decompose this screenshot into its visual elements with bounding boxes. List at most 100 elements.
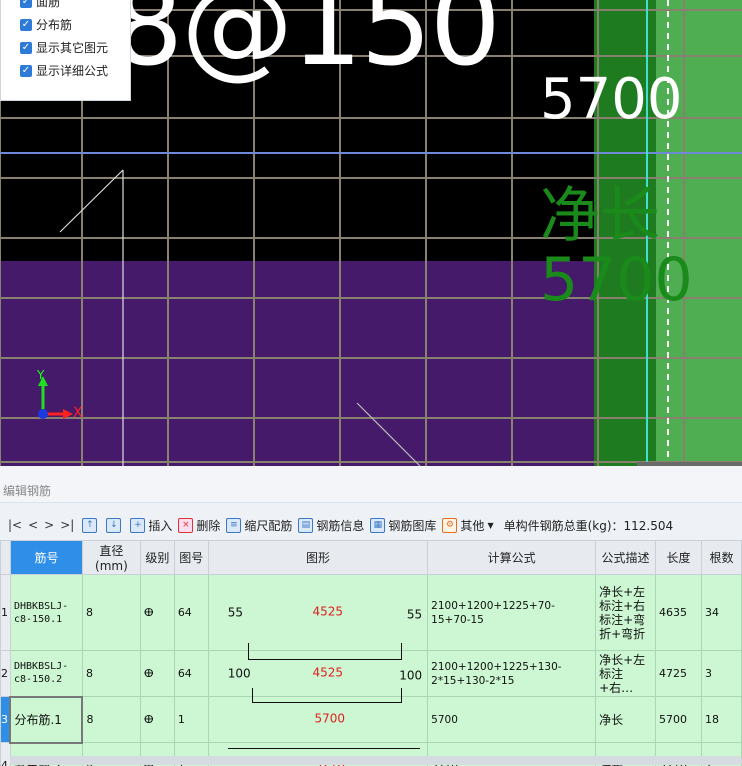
first-record-button[interactable]: |< (8, 518, 22, 532)
last-record-button[interactable]: >| (60, 518, 74, 532)
cell-bar-no[interactable]: DHBKBSLJ-c8-150.1 (9, 574, 83, 651)
total-weight-display: 单构件钢筋总重(kg)：112.504 (503, 518, 674, 533)
header-rownum[interactable] (0, 540, 11, 575)
shape-right-length: 100 (399, 667, 423, 682)
rebar-table: 筋号 直径(mm) 级别 图号 图形 计算公式 公式描述 长度 根数 1 DHB… (0, 540, 742, 766)
rebar-info-button[interactable]: ▤ 钢筋信息 (298, 517, 364, 534)
u-shape-figure (251, 687, 403, 703)
row-number[interactable]: 4 (0, 742, 11, 766)
spacing-annotation: 8@150 (112, 0, 501, 91)
horizontal-scrollbar[interactable] (10, 756, 742, 765)
cell-formula[interactable]: 2100+1200+1225+130-2*15+130-2*15 (427, 650, 597, 697)
shape-middle-length: 4525 (312, 604, 344, 619)
cell-description[interactable]: 净长+左标注+右… (595, 650, 657, 697)
gear-icon: ⚙ (442, 517, 458, 533)
cell-description[interactable]: 净长+左标注+右标注+弯折+弯折 (595, 574, 657, 651)
document-icon: ▤ (298, 517, 314, 533)
header-bar-no[interactable]: 筋号 (9, 540, 83, 575)
option-show-detailed-formula[interactable]: ✓ 显示详细公式 (1, 59, 130, 82)
checkbox-checked-icon[interactable]: ✓ (20, 18, 32, 31)
row-number[interactable]: 3 (0, 696, 11, 743)
cell-grade[interactable]: ⴲ (139, 574, 175, 651)
display-options-panel: ✓ 面筋 ✓ 分布筋 ✓ 显示其它图元 ✓ 显示详细公式 (0, 0, 131, 101)
move-up-button[interactable]: ↑ (82, 517, 100, 533)
other-dropdown[interactable]: ⚙ 其他 ▼ (442, 517, 494, 534)
next-record-button[interactable]: > (44, 518, 54, 532)
cell-diameter[interactable]: 8 (81, 574, 141, 651)
axis-x-label: X (73, 405, 83, 421)
cad-viewport[interactable]: 8@150 5700 净长 5700 X Y ✓ 面筋 ✓ 分布筋 ✓ 显示其它图元 … (0, 0, 742, 466)
cell-diameter[interactable]: 8 (81, 696, 141, 743)
table-row[interactable]: 1 DHBKBSLJ-c8-150.1 8 ⴲ 64 55 4525 55 21… (0, 574, 742, 660)
shape-middle-length: 4525 (312, 665, 344, 680)
cell-bar-no[interactable]: DHBKBSLJ-c8-150.2 (9, 650, 83, 697)
rebar-library-button[interactable]: ▦ 钢筋图库 (370, 517, 436, 534)
header-grade[interactable]: 级别 (139, 540, 175, 575)
cell-description[interactable]: 净长 (595, 696, 657, 743)
panel-title: 编辑钢筋 (0, 466, 742, 503)
header-figure-no[interactable]: 图号 (173, 540, 209, 575)
header-description[interactable]: 公式描述 (595, 540, 657, 575)
shape-left-length: 55 (227, 604, 244, 619)
axis-y-label: Y (37, 368, 45, 382)
cell-figure-no[interactable]: 1 (173, 696, 209, 743)
table-row[interactable]: 3 分布筋.1 8 ⴲ 1 5700 5700 净长 5700 18 (0, 695, 742, 749)
cell-diameter[interactable]: 8 (81, 650, 141, 697)
option-label: 显示详细公式 (36, 64, 109, 78)
library-icon: ▦ (370, 517, 386, 533)
row-number[interactable]: 2 (0, 650, 11, 697)
delete-button[interactable]: × 删除 (178, 517, 220, 534)
option-distribution-bars[interactable]: ✓ 分布筋 (1, 13, 130, 36)
option-show-other-elements[interactable]: ✓ 显示其它图元 (1, 36, 130, 59)
cell-shape[interactable]: 55 4525 55 (207, 574, 429, 660)
header-diameter[interactable]: 直径(mm) (81, 540, 141, 575)
option-top-bars[interactable]: ✓ 面筋 (1, 0, 130, 13)
cell-length[interactable]: 4635 (655, 574, 702, 651)
cell-shape[interactable]: 5700 (207, 696, 429, 749)
row-number[interactable]: 1 (0, 574, 11, 651)
shape-left-length: 100 (227, 665, 251, 680)
option-label: 面筋 (36, 0, 61, 9)
checkbox-checked-icon[interactable]: ✓ (20, 64, 32, 77)
arrow-up-icon: ↑ (82, 517, 98, 533)
length-annotation: 5700 (540, 67, 683, 132)
cell-count[interactable]: 34 (700, 574, 742, 651)
shape-right-length: 55 (406, 606, 423, 621)
checkbox-checked-icon[interactable]: ✓ (20, 0, 32, 8)
cell-figure-no[interactable]: 64 (173, 574, 209, 651)
cell-grade[interactable]: ⴲ (139, 696, 175, 743)
slab-region (0, 261, 600, 466)
insert-row-icon: + (130, 517, 146, 533)
chevron-down-icon: ▼ (487, 520, 494, 530)
cell-grade[interactable]: ⴲ (139, 650, 175, 697)
cell-length[interactable]: 5700 (655, 696, 702, 743)
cell-count[interactable]: 18 (700, 696, 742, 743)
net-length-label: 净长 (540, 181, 660, 251)
scale-bars-icon: ≡ (226, 517, 242, 533)
u-shape-figure (247, 642, 403, 660)
scale-bars-button[interactable]: ≡ 缩尺配筋 (226, 517, 292, 534)
header-formula[interactable]: 计算公式 (427, 540, 597, 575)
prev-record-button[interactable]: < (28, 518, 38, 532)
option-label: 显示其它图元 (36, 41, 109, 55)
header-shape[interactable]: 图形 (207, 540, 429, 575)
header-count[interactable]: 根数 (700, 540, 742, 575)
cell-figure-no[interactable]: 64 (173, 650, 209, 697)
checkbox-checked-icon[interactable]: ✓ (20, 41, 32, 54)
option-label: 分布筋 (36, 18, 73, 32)
header-length[interactable]: 长度 (655, 540, 702, 575)
straight-bar-figure (227, 747, 421, 749)
cell-formula[interactable]: 2100+1200+1225+70-15+70-15 (427, 574, 597, 651)
cell-length[interactable]: 4725 (655, 650, 702, 697)
move-down-button[interactable]: ↓ (106, 517, 124, 533)
net-length-value: 5700 (540, 245, 693, 315)
insert-button[interactable]: + 插入 (130, 517, 172, 534)
cell-bar-no[interactable]: 分布筋.1 (9, 695, 84, 744)
cell-count[interactable]: 3 (700, 650, 742, 697)
editor-toolbar: |< < > >| ↑ ↓ + 插入 × 删除 ≡ 缩尺配筋 ▤ 钢筋信息 ▦ 钢筋图库 … (0, 512, 742, 538)
cell-formula[interactable]: 5700 (427, 696, 597, 743)
table-header-row: 筋号 直径(mm) 级别 图号 图形 计算公式 公式描述 长度 根数 (0, 540, 742, 575)
shape-middle-length: 5700 (314, 711, 346, 726)
delete-icon: × (178, 517, 194, 533)
arrow-down-icon: ↓ (106, 517, 122, 533)
